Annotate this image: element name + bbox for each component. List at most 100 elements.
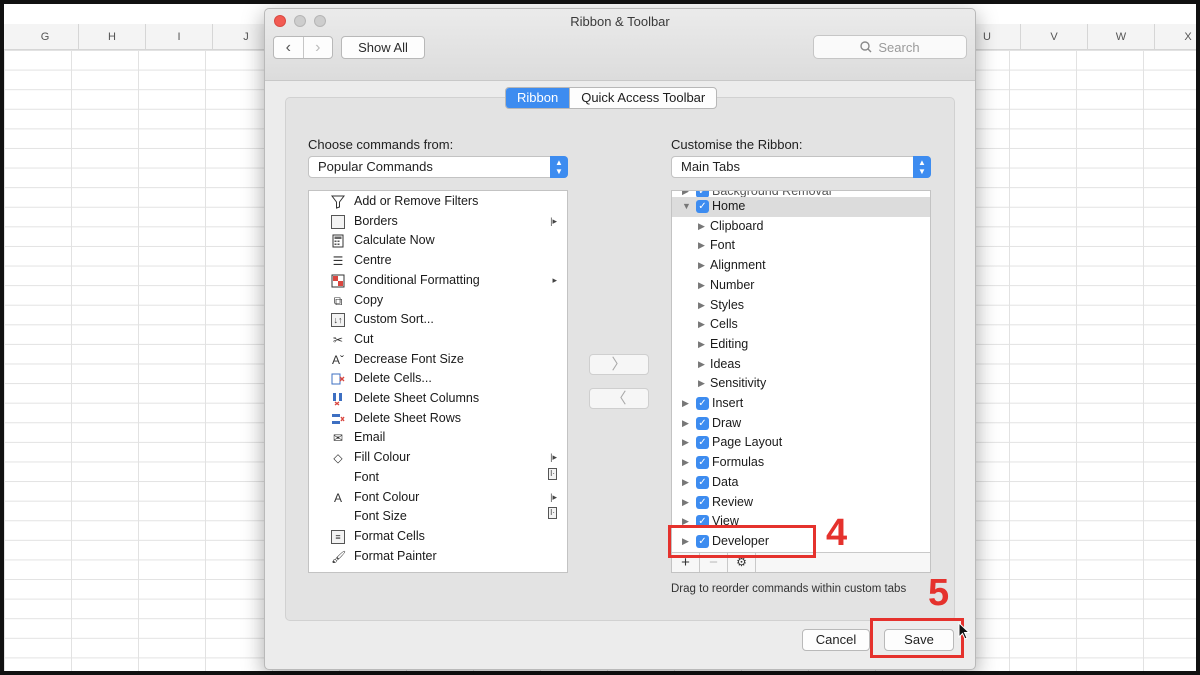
tree-item-draw[interactable]: ▶ ✓ Draw bbox=[672, 414, 930, 434]
fill-colour-icon: ◇ bbox=[333, 451, 343, 466]
back-button[interactable]: ‹ bbox=[274, 37, 303, 58]
list-item[interactable]: ≡ Format Cells bbox=[309, 527, 567, 547]
list-item[interactable]: ✂ Cut bbox=[309, 330, 567, 350]
column-header[interactable]: V bbox=[1021, 24, 1088, 50]
step-number-4: 4 bbox=[826, 512, 848, 554]
tab-quick-access-toolbar[interactable]: Quick Access Toolbar bbox=[569, 88, 716, 108]
custom-sort-icon: ↓↑ bbox=[331, 313, 345, 328]
delete-rows-icon bbox=[331, 412, 345, 426]
forward-button[interactable]: › bbox=[302, 37, 333, 58]
column-header[interactable]: W bbox=[1088, 24, 1155, 50]
tree-group-item[interactable]: ▶ Clipboard bbox=[672, 217, 930, 237]
chevron-left-icon: 〈 bbox=[611, 390, 627, 407]
show-all-button[interactable]: Show All bbox=[341, 36, 425, 59]
list-item[interactable]: ✉ Email bbox=[309, 428, 567, 448]
search-placeholder: Search bbox=[878, 39, 920, 55]
expand-triangle-icon: ▶ bbox=[698, 338, 705, 349]
tree-item-data[interactable]: ▶ ✓ Data bbox=[672, 473, 930, 493]
expand-triangle-icon: ▶ bbox=[698, 260, 705, 271]
search-icon bbox=[860, 41, 872, 53]
checkbox-checked-icon[interactable]: ✓ bbox=[696, 200, 709, 213]
search-field[interactable]: Search bbox=[813, 35, 967, 59]
checkbox-checked-icon[interactable]: ✓ bbox=[696, 495, 709, 509]
delete-cells-icon bbox=[331, 372, 345, 386]
checkbox-checked-icon[interactable]: ✓ bbox=[696, 416, 709, 430]
tree-group-item[interactable]: ▶ Number bbox=[672, 276, 930, 296]
remove-from-ribbon-button[interactable]: 〈 bbox=[589, 388, 649, 409]
expand-triangle-icon: ▶ bbox=[698, 319, 705, 330]
tree-group-item[interactable]: ▶ Sensitivity bbox=[672, 374, 930, 394]
column-header[interactable]: G bbox=[12, 24, 79, 50]
delete-columns-icon bbox=[331, 392, 345, 406]
dialog-title: Ribbon & Toolbar bbox=[570, 14, 670, 29]
list-item[interactable]: ⧉ Copy bbox=[309, 291, 567, 311]
add-to-ribbon-button[interactable]: 〉 bbox=[589, 354, 649, 375]
list-item[interactable]: Calculate Now bbox=[309, 231, 567, 251]
list-item[interactable]: Font Size I· bbox=[309, 507, 567, 527]
tree-item-review[interactable]: ▶ ✓ Review bbox=[672, 493, 930, 513]
tree-item-home[interactable]: ▼ ✓ Home bbox=[672, 197, 930, 217]
list-item[interactable]: ↓↑ Custom Sort... bbox=[309, 310, 567, 330]
tree-item-page-layout[interactable]: ▶ ✓ Page Layout bbox=[672, 433, 930, 453]
tree-group-item[interactable]: ▶ Styles bbox=[672, 296, 930, 316]
checkbox-checked-icon[interactable]: ✓ bbox=[696, 475, 709, 489]
collapse-triangle-icon: ▼ bbox=[682, 201, 691, 211]
ribbon-tabs-tree[interactable]: ▶ ✓ Background Removal ▼ ✓ Home ▶ Clipbo… bbox=[671, 190, 931, 573]
ribbon-tabs-select[interactable]: Main Tabs ▲ ▼ bbox=[671, 156, 931, 178]
column-header[interactable]: X bbox=[1155, 24, 1196, 50]
tree-item-formulas[interactable]: ▶ ✓ Formulas bbox=[672, 453, 930, 473]
highlight-box-developer bbox=[668, 525, 816, 558]
commands-source-select[interactable]: Popular Commands ▲ ▼ bbox=[308, 156, 568, 178]
tree-group-item[interactable]: ▶ Alignment bbox=[672, 256, 930, 276]
cancel-button[interactable]: Cancel bbox=[802, 629, 870, 651]
list-item-partial[interactable]: ◆ bbox=[309, 566, 567, 572]
submenu-indicator: |▸ bbox=[550, 215, 557, 226]
calculator-icon bbox=[331, 234, 345, 248]
back-forward-nav: ‹ › bbox=[273, 36, 333, 59]
column-header[interactable]: I bbox=[146, 24, 213, 50]
checkbox-checked-icon[interactable]: ✓ bbox=[696, 397, 709, 410]
expand-triangle-icon: ▶ bbox=[682, 496, 689, 507]
filter-icon bbox=[331, 195, 345, 209]
tree-item-insert[interactable]: ▶ ✓ Insert bbox=[672, 394, 930, 414]
expand-triangle-icon: ▶ bbox=[698, 378, 705, 389]
list-item[interactable]: 🖌 Format Painter bbox=[309, 547, 567, 567]
scissors-icon: ✂ bbox=[332, 332, 344, 347]
list-item[interactable]: Font I· bbox=[309, 467, 567, 488]
expand-triangle-icon: ▶ bbox=[698, 220, 705, 231]
submenu-indicator: ▸ bbox=[552, 274, 557, 285]
column-header[interactable]: H bbox=[79, 24, 146, 50]
list-item[interactable]: ◇ Fill Colour |▸ bbox=[309, 448, 567, 468]
list-item[interactable]: Aˇ Decrease Font Size bbox=[309, 350, 567, 370]
tree-group-item[interactable]: ▶ Cells bbox=[672, 315, 930, 335]
list-item[interactable]: Add or Remove Filters bbox=[309, 192, 567, 212]
updown-chevron-icon: ▲ ▼ bbox=[550, 156, 568, 178]
checkbox-checked-icon[interactable]: ✓ bbox=[696, 436, 709, 450]
dropdown-field-indicator: I· bbox=[548, 507, 557, 520]
chevron-right-icon: 〉 bbox=[611, 356, 627, 373]
list-item[interactable]: Delete Sheet Columns bbox=[309, 389, 567, 409]
expand-triangle-icon: ▶ bbox=[682, 398, 689, 408]
list-item[interactable]: A Font Colour |▸ bbox=[309, 488, 567, 508]
partial-row-icon: ◆ bbox=[331, 569, 345, 572]
tree-group-item[interactable]: ▶ Font bbox=[672, 236, 930, 256]
tree-group-item[interactable]: ▶ Ideas bbox=[672, 355, 930, 375]
list-item[interactable]: Delete Sheet Rows bbox=[309, 409, 567, 429]
commands-list[interactable]: Add or Remove Filters Borders |▸ Calcula… bbox=[308, 190, 568, 573]
list-item[interactable]: Delete Cells... bbox=[309, 369, 567, 389]
updown-chevron-icon: ▲ ▼ bbox=[913, 156, 931, 178]
choose-commands-label: Choose commands from: bbox=[308, 137, 454, 152]
expand-triangle-icon: ▶ bbox=[698, 299, 705, 310]
list-item[interactable]: ☰ Centre bbox=[309, 251, 567, 271]
dialog-titlebar: Ribbon & Toolbar ‹ › Show All Search bbox=[265, 9, 975, 81]
mouse-pointer-icon bbox=[958, 622, 970, 640]
tab-ribbon[interactable]: Ribbon bbox=[506, 88, 570, 108]
chevron-left-icon: ‹ bbox=[285, 39, 291, 56]
list-item[interactable]: Borders |▸ bbox=[309, 212, 567, 232]
list-item[interactable]: Conditional Formatting ▸ bbox=[309, 271, 567, 291]
checkbox-checked-icon[interactable]: ✓ bbox=[696, 456, 709, 470]
ribbon-toolbar-dialog: Ribbon & Toolbar ‹ › Show All Search Rib… bbox=[264, 8, 976, 670]
expand-triangle-icon: ▶ bbox=[698, 240, 705, 251]
borders-icon bbox=[331, 214, 345, 229]
tree-group-item[interactable]: ▶ Editing bbox=[672, 335, 930, 355]
